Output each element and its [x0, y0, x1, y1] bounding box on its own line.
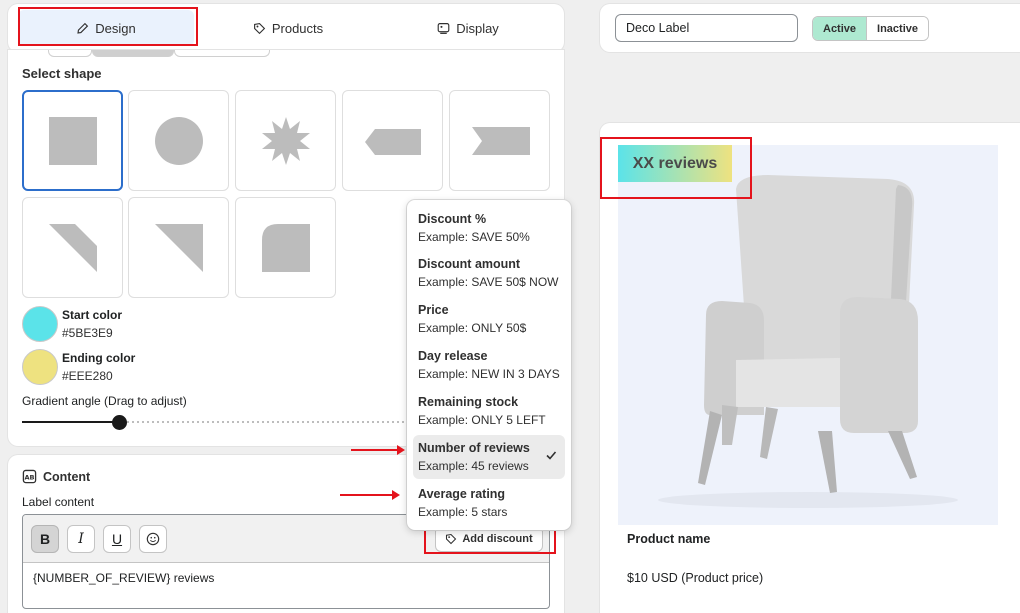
gradient-angle-label: Gradient angle (Drag to adjust) — [22, 394, 187, 408]
shape-corner-triangle-left[interactable] — [22, 197, 123, 298]
corner-triangle-right-icon — [154, 223, 203, 272]
editor-text[interactable]: {NUMBER_OF_REVIEW} reviews — [33, 571, 214, 585]
start-color-swatch[interactable] — [22, 306, 58, 342]
annotation-box-add-discount — [424, 527, 556, 554]
label-name-input[interactable] — [615, 14, 798, 42]
dropdown-item-average-rating[interactable]: Average rating Example: 5 stars — [413, 481, 565, 525]
tab-display[interactable]: Display — [388, 10, 548, 46]
discount-variable-dropdown: Discount % Example: SAVE 50% Discount am… — [407, 200, 571, 530]
dropdown-item-example: Example: 5 stars — [418, 505, 508, 519]
dropdown-item-example: Example: 45 reviews — [418, 459, 529, 473]
starburst-shape-icon — [261, 116, 310, 165]
ribbon-right-shape-icon — [471, 126, 530, 155]
status-active-button[interactable]: Active — [813, 17, 868, 40]
annotation-arrow-reviews — [351, 445, 405, 455]
ending-color-label: Ending color — [62, 351, 136, 365]
text-content-icon: AB — [22, 469, 37, 484]
dropdown-item-example: Example: ONLY 50$ — [418, 321, 527, 335]
display-icon — [437, 22, 450, 34]
annotation-box-badge — [600, 137, 752, 199]
shape-ribbon-right[interactable] — [449, 90, 550, 191]
dropdown-item-discount-percent[interactable]: Discount % Example: SAVE 50% — [413, 206, 565, 250]
shape-rounded-leaf[interactable] — [235, 197, 336, 298]
segment-stub[interactable] — [174, 50, 270, 57]
underline-button[interactable]: U — [103, 525, 131, 553]
ending-color-swatch[interactable] — [22, 349, 58, 385]
square-shape-icon — [48, 116, 97, 165]
corner-triangle-left-icon — [48, 223, 97, 272]
tab-display-label: Display — [456, 20, 499, 36]
rounded-leaf-shape-icon — [261, 223, 310, 272]
status-toggle: Active Inactive — [812, 16, 929, 41]
dropdown-item-title: Discount amount — [418, 257, 521, 271]
dropdown-item-number-of-reviews[interactable]: Number of reviews Example: 45 reviews — [413, 435, 565, 479]
product-image — [618, 145, 998, 525]
checkmark-icon — [546, 451, 557, 460]
start-color-label: Start color — [62, 308, 123, 322]
shape-corner-triangle-right[interactable] — [128, 197, 229, 298]
armchair-image — [658, 175, 958, 508]
ending-color-value: #EEE280 — [62, 369, 113, 383]
italic-button[interactable]: I — [67, 525, 95, 553]
tab-products[interactable]: Products — [208, 10, 368, 46]
dropdown-item-discount-amount[interactable]: Discount amount Example: SAVE 50$ NOW — [413, 251, 565, 295]
emoji-button[interactable] — [139, 525, 167, 553]
label-content-label: Label content — [22, 495, 95, 509]
annotation-box-design-tab — [18, 7, 198, 46]
tag-left-shape-icon — [364, 128, 421, 155]
shape-square[interactable] — [22, 90, 123, 191]
segment-stub[interactable] — [48, 50, 92, 57]
circle-shape-icon — [154, 116, 203, 165]
bold-button[interactable]: B — [31, 525, 59, 553]
dropdown-item-day-release[interactable]: Day release Example: NEW IN 3 DAYS — [413, 343, 565, 387]
shape-starburst[interactable] — [235, 90, 336, 191]
start-color-value: #5BE3E9 — [62, 326, 113, 340]
dropdown-item-example: Example: SAVE 50$ NOW — [418, 275, 559, 289]
label-settings-panel: Active Inactive — [600, 4, 1020, 52]
product-price: $10 USD (Product price) — [627, 571, 764, 585]
dropdown-item-title: Remaining stock — [418, 395, 519, 409]
content-heading: Content — [43, 470, 91, 484]
dropdown-item-title: Discount % — [418, 212, 487, 226]
shape-tag-left[interactable] — [342, 90, 443, 191]
gradient-slider-fill — [22, 421, 120, 423]
annotation-arrow-rating — [340, 490, 400, 500]
segment-stub-selected[interactable] — [92, 50, 174, 57]
tab-products-label: Products — [271, 20, 324, 36]
gradient-slider-thumb[interactable] — [112, 415, 127, 430]
dropdown-item-example: Example: ONLY 5 LEFT — [418, 413, 546, 427]
select-shape-heading: Select shape — [22, 66, 102, 81]
product-name: Product name — [627, 532, 711, 546]
dropdown-item-example: Example: NEW IN 3 DAYS — [418, 367, 560, 381]
dropdown-item-remaining-stock[interactable]: Remaining stock Example: ONLY 5 LEFT — [413, 389, 565, 433]
dropdown-item-title: Price — [418, 303, 449, 317]
dropdown-item-example: Example: SAVE 50% — [418, 230, 530, 244]
dropdown-item-title: Day release — [418, 349, 488, 363]
dropdown-item-title: Number of reviews — [418, 441, 530, 455]
shape-circle[interactable] — [128, 90, 229, 191]
smiley-icon — [146, 532, 160, 546]
status-inactive-button[interactable]: Inactive — [867, 17, 928, 40]
dropdown-item-price[interactable]: Price Example: ONLY 50$ — [413, 297, 565, 341]
dropdown-item-title: Average rating — [418, 487, 506, 501]
tag-icon — [253, 22, 266, 34]
svg-text:AB: AB — [24, 473, 34, 481]
